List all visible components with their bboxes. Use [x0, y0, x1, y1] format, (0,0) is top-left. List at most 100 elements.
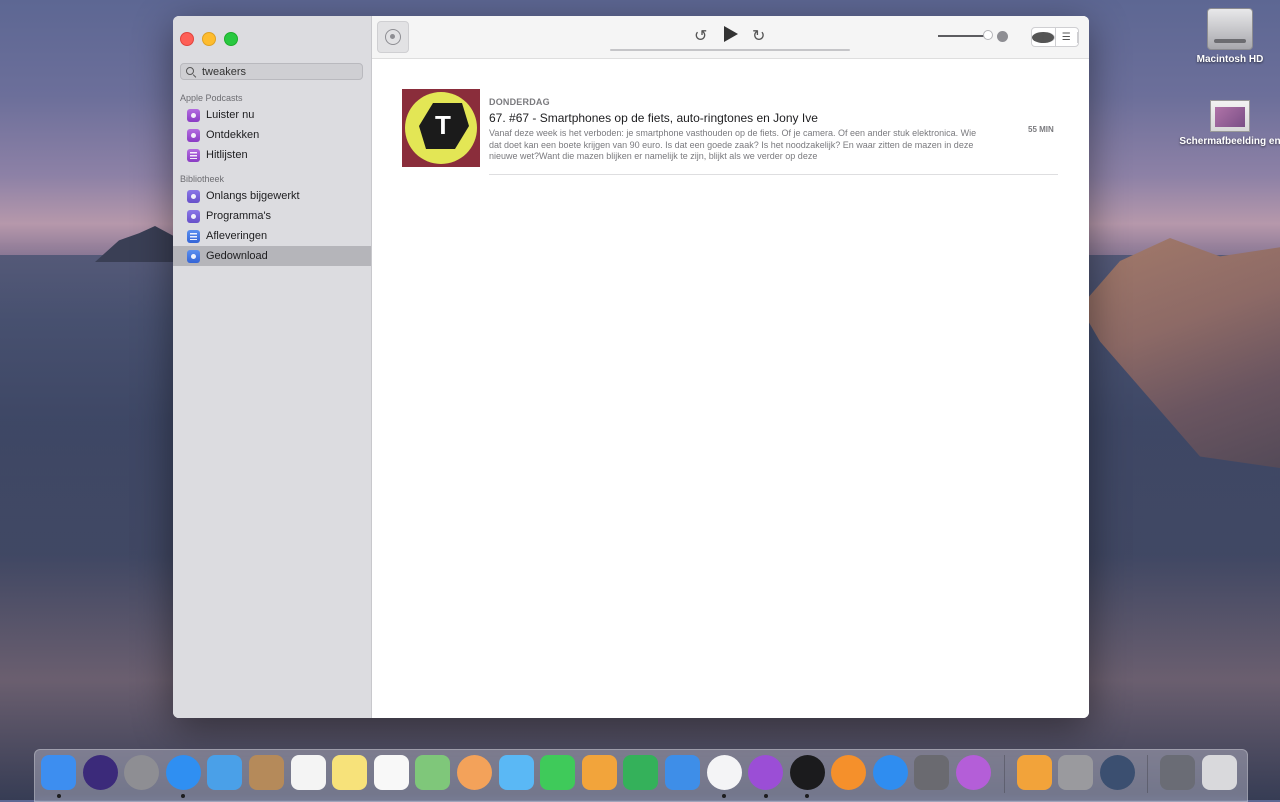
dock-feedback-assistant-icon[interactable]	[956, 755, 992, 790]
running-indicator	[181, 794, 186, 798]
dock-photos-icon[interactable]	[456, 755, 492, 790]
dock-maps-icon[interactable]	[415, 755, 451, 790]
episode-artwork[interactable]: T	[402, 89, 480, 167]
playback-progress-bar[interactable]	[610, 49, 850, 51]
running-indicator	[805, 794, 810, 798]
search-field[interactable]	[180, 63, 363, 80]
dock-keynote-icon[interactable]	[664, 755, 700, 790]
row-divider	[489, 174, 1058, 175]
dock-finder-icon[interactable]	[41, 755, 76, 798]
hard-drive-icon	[1207, 8, 1253, 50]
dock-contacts-icon[interactable]	[248, 755, 284, 790]
episode-title[interactable]: 67. #67 - Smartphones op de fiets, auto-…	[489, 111, 989, 125]
clock-icon	[187, 189, 200, 203]
running-indicator	[56, 794, 61, 798]
sidebar-item-programmas[interactable]: Programma's	[173, 206, 371, 226]
download-icon	[187, 249, 200, 263]
close-button[interactable]	[180, 32, 194, 46]
up-next-button[interactable]: ☰	[1056, 28, 1078, 46]
artwork-logo-letter: T	[435, 110, 451, 140]
dock-separator	[1147, 755, 1149, 793]
podcast-icon	[187, 128, 200, 142]
dock-separator	[1003, 755, 1005, 793]
airplay-icon[interactable]	[997, 31, 1008, 42]
player-toolbar: ↺ ↻ i ☰	[372, 16, 1089, 59]
episode-duration: 55 MIN	[1028, 125, 1054, 134]
dock-reminders-icon[interactable]	[373, 755, 409, 790]
wallpaper-island	[95, 226, 175, 262]
sidebar-item-label: Ontdekken	[206, 129, 260, 141]
apple-podcasts-list: Luister nu Ontdekken Hitlijsten	[173, 105, 371, 165]
podcast-icon	[385, 29, 401, 45]
dock-music-icon[interactable]	[706, 755, 742, 798]
dock-launchpad-icon[interactable]	[124, 755, 160, 790]
episode-description: Vanaf deze week is het verboden: je smar…	[489, 128, 977, 161]
screenshot-icon	[1210, 100, 1250, 132]
dock-trash-icon[interactable]	[1202, 755, 1238, 790]
search-icon	[186, 66, 196, 77]
dock-siri-icon[interactable]	[82, 755, 118, 790]
dock-screenshots-stack-icon[interactable]	[1160, 755, 1196, 790]
shows-icon	[187, 209, 200, 223]
library-list: Onlangs bijgewerkt Programma's Afleverin…	[173, 186, 371, 266]
dock-home-folder-icon[interactable]	[1016, 755, 1052, 790]
search-input[interactable]	[202, 65, 352, 78]
window-controls	[180, 32, 238, 46]
sidebar-item-onlangs-bijgewerkt[interactable]: Onlangs bijgewerkt	[173, 186, 371, 206]
sidebar-item-label: Afleveringen	[206, 230, 268, 242]
sidebar-item-label: Gedownload	[206, 250, 268, 262]
dock-numbers-icon[interactable]	[623, 755, 659, 790]
dock-app-store-icon[interactable]	[872, 755, 908, 790]
sidebar-item-label: Programma's	[206, 210, 272, 222]
dock-facetime-icon[interactable]	[540, 755, 576, 790]
play-circle-icon	[187, 108, 200, 122]
episode-text: DONDERDAG 67. #67 - Smartphones op de fi…	[489, 97, 989, 163]
view-segmented-control: i ☰	[1031, 27, 1079, 47]
skip-forward-icon[interactable]: ↻	[752, 26, 765, 46]
play-icon[interactable]	[724, 26, 738, 42]
desktop-icon-screenshots[interactable]: Schermafbeelding en	[1175, 100, 1280, 147]
info-icon: i	[1032, 31, 1055, 43]
sidebar-item-hitlijsten[interactable]: Hitlijsten	[173, 145, 371, 165]
dock-mail-icon[interactable]	[207, 755, 243, 790]
dock-podcasts-icon[interactable]	[748, 755, 784, 798]
dock-notes-icon[interactable]	[332, 755, 368, 790]
sidebar-item-label: Hitlijsten	[206, 149, 248, 161]
dock-quicktime-icon[interactable]	[1099, 755, 1135, 790]
sidebar: Apple Podcasts Luister nu Ontdekken Hitl…	[173, 16, 372, 718]
sidebar-item-gedownload[interactable]: Gedownload	[173, 246, 371, 266]
running-indicator	[763, 794, 768, 798]
dock-calendar-icon[interactable]	[290, 755, 326, 790]
dock-system-preferences-icon[interactable]	[914, 755, 950, 790]
section-label-bibliotheek: Bibliotheek	[180, 174, 225, 184]
dock-preview-icon[interactable]	[1058, 755, 1094, 790]
running-indicator	[722, 794, 726, 798]
dock-tv-icon[interactable]	[789, 755, 825, 798]
now-playing-artwork-button[interactable]	[377, 21, 409, 53]
sidebar-item-luister-nu[interactable]: Luister nu	[173, 105, 371, 125]
episodes-icon	[187, 229, 200, 243]
dock	[34, 749, 1248, 802]
volume-slider-knob[interactable]	[983, 30, 993, 40]
desktop-icon-macintosh-hd[interactable]: Macintosh HD	[1175, 8, 1280, 65]
sidebar-item-label: Luister nu	[206, 109, 255, 121]
list-icon: ☰	[1056, 31, 1078, 43]
sidebar-item-label: Onlangs bijgewerkt	[206, 190, 300, 202]
episode-date: DONDERDAG	[489, 97, 550, 107]
dock-items	[41, 755, 1244, 798]
zoom-button[interactable]	[224, 32, 238, 46]
dock-pages-icon[interactable]	[581, 755, 617, 790]
dock-messages-icon[interactable]	[498, 755, 534, 790]
sidebar-item-ontdekken[interactable]: Ontdekken	[173, 125, 371, 145]
podcasts-window: Apple Podcasts Luister nu Ontdekken Hitl…	[173, 16, 1089, 718]
minimize-button[interactable]	[202, 32, 216, 46]
episode-row[interactable]: T DONDERDAG 67. #67 - Smartphones op de …	[402, 89, 1058, 175]
desktop-icon-label: Schermafbeelding en	[1179, 136, 1280, 147]
list-icon	[187, 148, 200, 162]
dock-books-icon[interactable]	[831, 755, 867, 790]
skip-back-icon[interactable]: ↺	[694, 26, 707, 46]
sidebar-item-afleveringen[interactable]: Afleveringen	[173, 226, 371, 246]
info-button[interactable]: i	[1032, 28, 1056, 46]
dock-safari-icon[interactable]	[165, 755, 201, 798]
section-label-apple-podcasts: Apple Podcasts	[180, 93, 243, 103]
